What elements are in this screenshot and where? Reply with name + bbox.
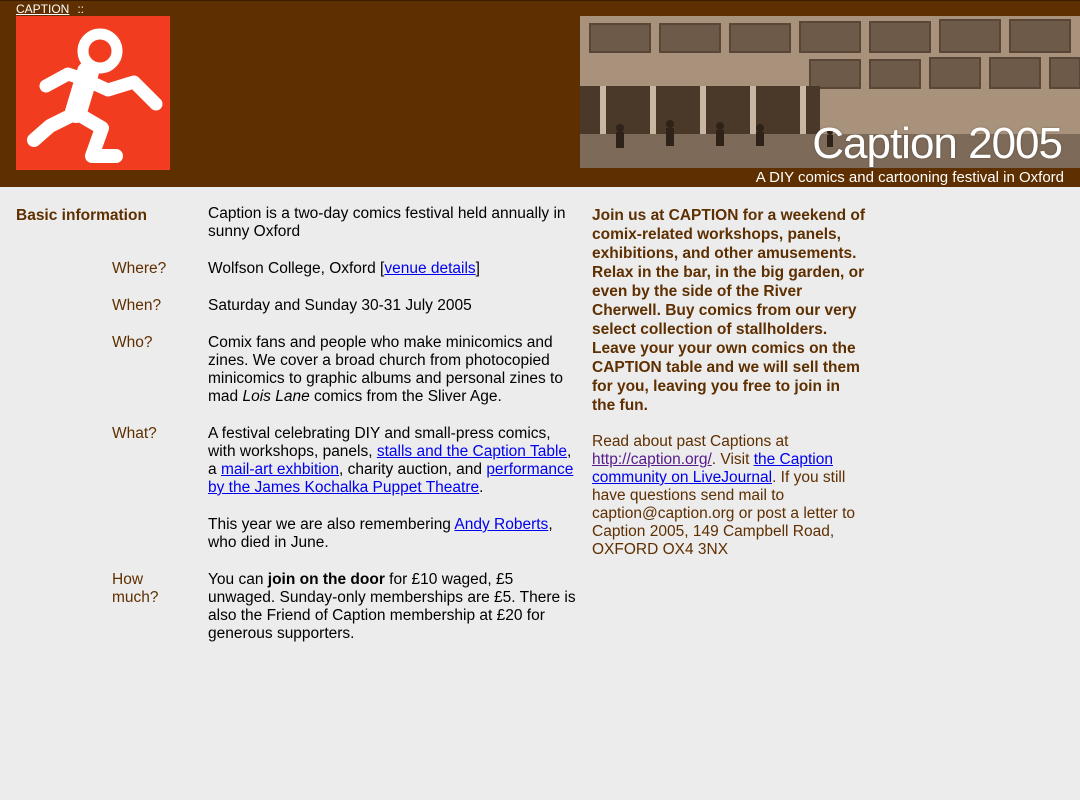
intro-row: Basic information Caption is a two-day c…: [16, 205, 586, 241]
what-label: What?: [112, 425, 157, 442]
who-row: Who? Comix fans and people who make mini…: [16, 334, 586, 406]
remember-row: This year we are also remembering Andy R…: [16, 516, 586, 552]
intro-text: Caption is a two-day comics festival hel…: [208, 205, 566, 240]
how-much-label: How much?: [16, 571, 208, 643]
remember-text-1: This year we are also remembering: [208, 516, 455, 533]
sidebar-contact: Read about past Captions at http://capti…: [592, 433, 867, 559]
top-nav: CAPTION::: [16, 2, 84, 16]
header-photo: Caption 2005: [580, 16, 1080, 168]
where-row: Where? Wolfson College, Oxford [venue de…: [16, 260, 586, 278]
how-much-value: You can join on the door for £10 waged, …: [208, 571, 578, 643]
site-header: CAPTION:: Caption 2005 A DIY comics and …: [0, 0, 1080, 187]
where-value: Wolfson College, Oxford [venue details]: [208, 260, 480, 277]
who-text-2: comics from the Sliver Age.: [309, 388, 502, 405]
caption-home-link[interactable]: CAPTION: [16, 2, 69, 16]
where-text: Wolfson College, Oxford: [208, 260, 381, 277]
mail-art-link[interactable]: mail-art exhbition: [221, 461, 339, 478]
when-value: Saturday and Sunday 30-31 July 2005: [208, 297, 472, 314]
basic-information: Basic information Caption is a two-day c…: [16, 205, 586, 662]
festival-title: Caption 2005: [812, 119, 1063, 168]
section-heading: Basic information: [16, 207, 147, 224]
what-text-4: .: [479, 479, 484, 496]
tagline: A DIY comics and cartooning festival in …: [755, 169, 1064, 186]
venue-details-link[interactable]: venue details: [384, 260, 475, 277]
remember-label-spacer: [16, 516, 208, 552]
running-figure-icon: [27, 28, 163, 163]
past-captions-link[interactable]: http://caption.org/: [592, 451, 712, 468]
andy-roberts-link[interactable]: Andy Roberts: [454, 516, 548, 533]
nav-separator: ::: [77, 2, 85, 16]
what-text-3: , charity auction, and: [338, 461, 487, 478]
contact-text-2: . Visit: [711, 451, 754, 468]
when-row: When? Saturday and Sunday 30-31 July 200…: [16, 297, 586, 315]
how-much-row: How much? You can join on the door for £1…: [16, 571, 586, 643]
remember-value: This year we are also remembering Andy R…: [208, 516, 578, 552]
join-on-door-emphasis: join on the door: [267, 571, 385, 588]
who-value: Comix fans and people who make minicomic…: [208, 334, 578, 406]
caption-logo[interactable]: [16, 16, 170, 170]
sidebar: Join us at CAPTION for a weekend of comi…: [592, 206, 867, 559]
when-label: When?: [112, 297, 162, 314]
how-much-label-1: How: [112, 571, 144, 588]
who-label: Who?: [112, 334, 153, 351]
how-much-text-1: You can: [208, 571, 268, 588]
how-much-label-2: much?: [112, 589, 159, 606]
what-value: A festival celebrating DIY and small-pre…: [208, 425, 578, 497]
where-label: Where?: [112, 260, 167, 277]
lois-lane-emphasis: Lois Lane: [242, 388, 310, 405]
stalls-link[interactable]: stalls and the Caption Table: [377, 443, 567, 460]
what-row: What? A festival celebrating DIY and sma…: [16, 425, 586, 497]
contact-text-1: Read about past Captions at: [592, 433, 789, 450]
sidebar-intro: Join us at CAPTION for a weekend of comi…: [592, 207, 866, 414]
